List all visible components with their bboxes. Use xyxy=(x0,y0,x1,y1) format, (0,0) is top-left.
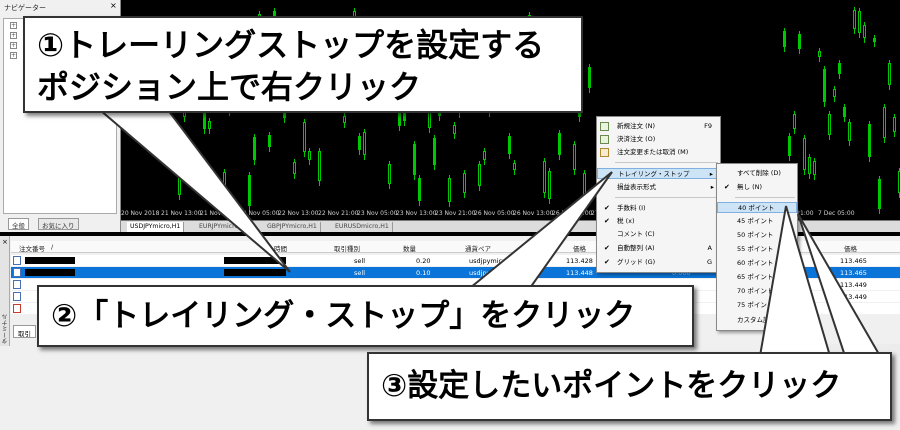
callout-step-3: ③設定したいポイントをクリック xyxy=(367,352,892,421)
callout-step-1-line-2: ポジション上で右クリック xyxy=(37,68,422,106)
callout-step-2: ②「トレイリング・ストップ」をクリック xyxy=(37,285,694,347)
callout-step-1-line-1: ①トレーリングストップを設定する xyxy=(37,26,545,64)
callout-1-pointer xyxy=(97,109,291,273)
callout-step-1: ①トレーリングストップを設定する ポジション上で右クリック xyxy=(23,16,583,113)
callout-2-pointer xyxy=(467,171,613,289)
